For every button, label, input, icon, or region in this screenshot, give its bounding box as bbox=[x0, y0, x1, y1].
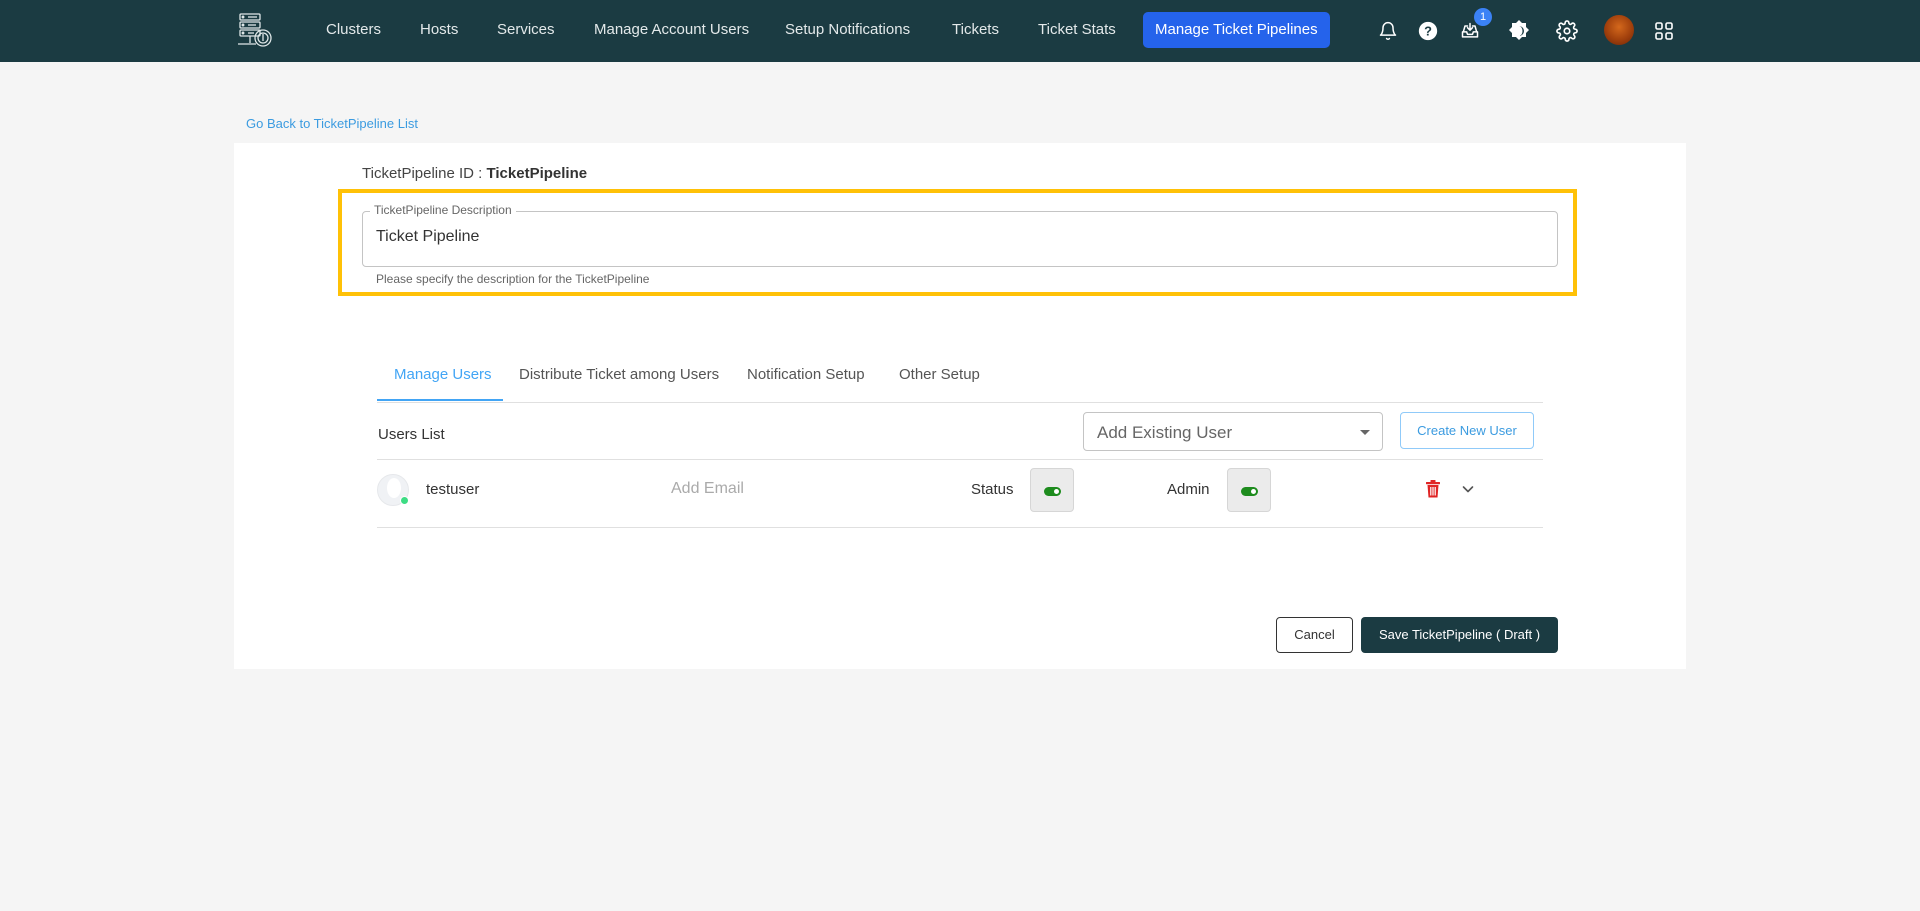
nav-hosts[interactable]: Hosts bbox=[420, 0, 458, 62]
description-input[interactable] bbox=[362, 211, 1558, 267]
tab-other-setup[interactable]: Other Setup bbox=[899, 366, 980, 383]
user-avatar[interactable] bbox=[1604, 15, 1634, 45]
nav-manage-ticket-pipelines[interactable]: Manage Ticket Pipelines bbox=[1143, 12, 1330, 48]
admin-toggle[interactable] bbox=[1227, 468, 1271, 512]
users-list-label: Users List bbox=[378, 426, 445, 443]
caret-down-icon bbox=[1360, 430, 1370, 435]
nav-ticket-stats[interactable]: Ticket Stats bbox=[1038, 0, 1116, 62]
nav-services[interactable]: Services bbox=[497, 0, 555, 62]
help-icon[interactable]: ? bbox=[1415, 18, 1441, 44]
active-tab-indicator bbox=[377, 399, 503, 401]
online-status-dot bbox=[400, 496, 409, 505]
tab-notification-setup[interactable]: Notification Setup bbox=[747, 366, 865, 383]
divider bbox=[377, 459, 1543, 460]
description-help-text: Please specify the description for the T… bbox=[376, 272, 650, 286]
add-email-field[interactable]: Add Email bbox=[671, 480, 744, 498]
trash-icon[interactable] bbox=[1425, 480, 1441, 498]
tab-divider bbox=[377, 402, 1543, 403]
nav-clusters[interactable]: Clusters bbox=[326, 0, 381, 62]
description-value[interactable]: Ticket Pipeline bbox=[376, 228, 479, 246]
cancel-button[interactable]: Cancel bbox=[1276, 617, 1353, 653]
description-label: TicketPipeline Description bbox=[370, 203, 516, 217]
logo-icon[interactable] bbox=[234, 10, 274, 50]
divider bbox=[377, 527, 1543, 528]
svg-text:?: ? bbox=[1424, 24, 1432, 39]
toggle-on-icon bbox=[1241, 487, 1258, 496]
create-new-user-button[interactable]: Create New User bbox=[1400, 412, 1534, 449]
pipeline-id-value: TicketPipeline bbox=[486, 165, 588, 182]
nav-manage-account-users[interactable]: Manage Account Users bbox=[594, 0, 749, 62]
tab-manage-users[interactable]: Manage Users bbox=[394, 366, 492, 383]
bell-icon[interactable] bbox=[1375, 18, 1401, 44]
status-label: Status bbox=[971, 481, 1014, 498]
nav-tickets[interactable]: Tickets bbox=[952, 0, 999, 62]
nav-setup-notifications[interactable]: Setup Notifications bbox=[785, 0, 910, 62]
add-existing-user-select[interactable]: Add Existing User bbox=[1083, 412, 1383, 451]
admin-label: Admin bbox=[1167, 481, 1210, 498]
theme-toggle-icon[interactable] bbox=[1506, 18, 1532, 44]
back-to-list-link[interactable]: Go Back to TicketPipeline List bbox=[246, 116, 418, 131]
chevron-down-icon[interactable] bbox=[1461, 482, 1475, 496]
add-existing-user-placeholder: Add Existing User bbox=[1097, 423, 1233, 442]
status-toggle[interactable] bbox=[1030, 468, 1074, 512]
top-navbar: Clusters Hosts Services Manage Account U… bbox=[0, 0, 1920, 62]
pipeline-id: TicketPipeline ID : TicketPipeline bbox=[362, 165, 587, 182]
apps-grid-icon[interactable] bbox=[1651, 18, 1677, 44]
pipeline-id-label: TicketPipeline ID : bbox=[362, 165, 487, 182]
inbox-badge: 1 bbox=[1474, 8, 1492, 26]
user-name: testuser bbox=[426, 481, 480, 498]
tab-distribute-ticket[interactable]: Distribute Ticket among Users bbox=[519, 366, 719, 383]
toggle-on-icon bbox=[1044, 487, 1061, 496]
save-draft-button[interactable]: Save TicketPipeline ( Draft ) bbox=[1361, 617, 1558, 653]
gear-icon[interactable] bbox=[1554, 18, 1580, 44]
